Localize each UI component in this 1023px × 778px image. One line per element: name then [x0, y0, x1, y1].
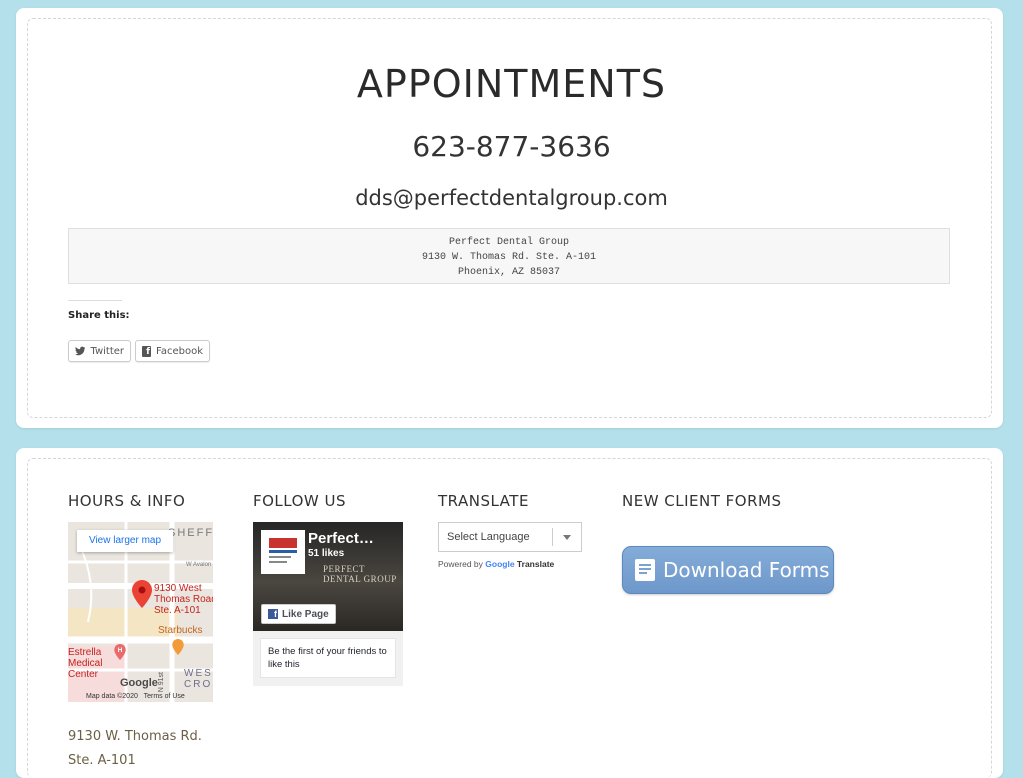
- map-pin-label: 9130 West Thomas Road Ste. A-101: [154, 583, 213, 616]
- facebook-icon: f: [268, 609, 278, 619]
- page-title: APPOINTMENTS: [356, 62, 667, 106]
- map-pin-icon: [132, 580, 152, 608]
- google-logo[interactable]: Google: [485, 559, 514, 569]
- twitter-icon: [75, 346, 86, 356]
- address-line-city: Phoenix, AZ 85037: [457, 267, 561, 278]
- powered-by-text: Powered by: [438, 559, 483, 569]
- dental-logo-icon: [263, 532, 303, 572]
- google-logo: Google: [120, 677, 158, 689]
- forms-heading: NEW CLIENT FORMS: [622, 492, 782, 510]
- phone-number[interactable]: 623-877-3636: [0, 130, 1023, 163]
- like-page-label: Like Page: [282, 608, 329, 620]
- facebook-share-button[interactable]: f Facebook: [135, 340, 210, 362]
- facebook-icon: f: [142, 345, 151, 357]
- address-line-street: 9130 W. Thomas Rd. Ste. A-101: [421, 252, 597, 263]
- twitter-label: Twitter: [90, 345, 124, 357]
- translate-heading: TRANSLATE: [438, 492, 529, 510]
- street-label-top: SHEFFIELD: [168, 527, 213, 539]
- street-label-western: WESTERN CROSS: [184, 668, 213, 690]
- address-line-name: Perfect Dental Group: [448, 237, 570, 248]
- follow-heading: FOLLOW US: [253, 492, 347, 510]
- facebook-page-widget: Perfect… 51 likes PERFECT DENTAL GROUP f…: [253, 522, 403, 686]
- email-address[interactable]: dds@perfectdentalgroup.com: [0, 186, 1023, 210]
- chevron-down-icon: [563, 535, 571, 540]
- facebook-page-logo[interactable]: [261, 530, 305, 574]
- street-label-avalon: W Avalon: [186, 562, 212, 568]
- like-page-button[interactable]: f Like Page: [261, 604, 336, 624]
- footer-address: 9130 W. Thomas Rd. Ste. A-101: [68, 725, 202, 773]
- share-label: Share this:: [68, 310, 130, 321]
- translate-link[interactable]: Translate: [517, 559, 554, 569]
- starbucks-label: Starbucks: [158, 625, 203, 636]
- facebook-cover-photo[interactable]: Perfect… 51 likes PERFECT DENTAL GROUP f…: [253, 522, 403, 631]
- select-divider: [552, 528, 553, 546]
- hospital-icon: H: [114, 644, 126, 660]
- office-sign: PERFECT DENTAL GROUP: [323, 564, 397, 584]
- language-select[interactable]: Select Language: [438, 522, 582, 552]
- twitter-share-button[interactable]: Twitter: [68, 340, 131, 362]
- facebook-like-count: 51 likes: [308, 548, 345, 559]
- powered-by-google-translate: Powered by Google Translate: [438, 559, 554, 569]
- svg-text:H: H: [118, 647, 123, 654]
- footer-address-suite: Ste. A-101: [68, 753, 136, 768]
- facebook-label: Facebook: [156, 345, 203, 357]
- download-forms-label: Download Forms: [663, 558, 830, 582]
- hours-heading: HOURS & INFO: [68, 492, 186, 510]
- address-block: Perfect Dental Group 9130 W. Thomas Rd. …: [68, 228, 950, 284]
- document-icon: [635, 559, 655, 581]
- map-terms-link[interactable]: Terms of Use: [144, 693, 185, 700]
- view-larger-map-link[interactable]: View larger map: [77, 530, 173, 552]
- map-credit: Map data ©2020 Terms of Use: [86, 693, 185, 700]
- estrella-label: Estrella Medical Center: [68, 647, 103, 680]
- facebook-page-name[interactable]: Perfect…: [308, 530, 374, 547]
- facebook-friends-text: Be the first of your friends to like thi…: [260, 638, 396, 678]
- download-forms-button[interactable]: Download Forms: [622, 546, 834, 594]
- starbucks-pin-icon: [172, 639, 184, 655]
- google-map[interactable]: SHEFFIELD W Avalon View larger map 9130 …: [68, 522, 213, 702]
- map-data-text: Map data ©2020: [86, 693, 138, 700]
- language-select-value: Select Language: [447, 531, 530, 543]
- share-divider: [68, 300, 122, 301]
- footer-address-street: 9130 W. Thomas Rd.: [68, 729, 202, 744]
